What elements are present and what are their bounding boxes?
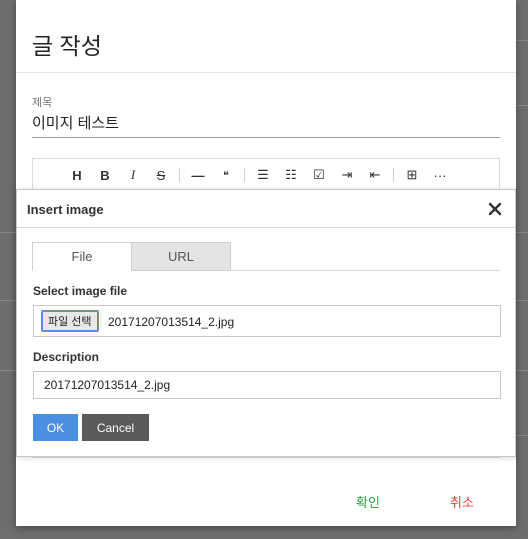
toolbar-separator [179, 168, 180, 182]
subject-label: 제목 [32, 97, 53, 109]
indent-icon[interactable]: ⇥ [333, 163, 361, 187]
toolbar-separator [244, 168, 245, 182]
numbered-list-icon[interactable]: ☷ [277, 163, 305, 187]
background-row-line [516, 300, 528, 301]
insert-image-popup: Insert image File URL Select image file … [16, 189, 516, 457]
cancel-button[interactable]: Cancel [82, 414, 149, 441]
dialog-title: 글 작성 [32, 33, 102, 59]
table-icon[interactable]: ⊞ [398, 163, 426, 187]
background-row-line [0, 232, 16, 233]
strikethrough-icon[interactable]: S [147, 163, 175, 187]
cancel-post-button[interactable]: 취소 [450, 492, 474, 511]
divider [16, 72, 516, 73]
popup-tabs: File URL [32, 242, 500, 271]
toolbar-separator [393, 168, 394, 182]
task-list-icon[interactable]: ☑ [305, 163, 333, 187]
editor-toolbar: H B I S — ❝ ☰ ☷ ☑ ⇥ ⇤ ⊞ ··· [33, 159, 499, 191]
ok-button[interactable]: OK [33, 414, 78, 441]
file-input[interactable]: 파일 선택 20171207013514_2.jpg [33, 305, 501, 337]
confirm-button[interactable]: 확인 [356, 492, 380, 511]
subject-underline [32, 137, 500, 138]
background-row-line [0, 300, 16, 301]
background-row-line [516, 105, 528, 106]
popup-header: Insert image [17, 190, 515, 228]
quote-icon[interactable]: ❝ [212, 163, 240, 187]
selected-file-name: 20171207013514_2.jpg [108, 315, 235, 329]
background-row-line [516, 40, 528, 41]
outdent-icon[interactable]: ⇤ [361, 163, 389, 187]
close-icon[interactable] [485, 199, 505, 219]
background-row-line [0, 370, 16, 371]
horizontal-rule-icon[interactable]: — [184, 163, 212, 187]
tab-file[interactable]: File [32, 242, 132, 271]
description-input[interactable] [33, 371, 501, 399]
background-row-line [516, 232, 528, 233]
background-row-line [516, 435, 528, 436]
tab-url[interactable]: URL [131, 242, 231, 271]
background-row-line [516, 370, 528, 371]
bold-icon[interactable]: B [91, 163, 119, 187]
subject-input[interactable]: 이미지 테스트 [32, 112, 119, 133]
description-label: Description [33, 350, 100, 364]
bullet-list-icon[interactable]: ☰ [249, 163, 277, 187]
more-icon[interactable]: ··· [426, 163, 454, 187]
select-file-label: Select image file [33, 284, 128, 298]
heading-icon[interactable]: H [63, 163, 91, 187]
italic-icon[interactable]: I [119, 163, 147, 187]
choose-file-button[interactable]: 파일 선택 [41, 310, 99, 332]
popup-title: Insert image [27, 202, 104, 217]
